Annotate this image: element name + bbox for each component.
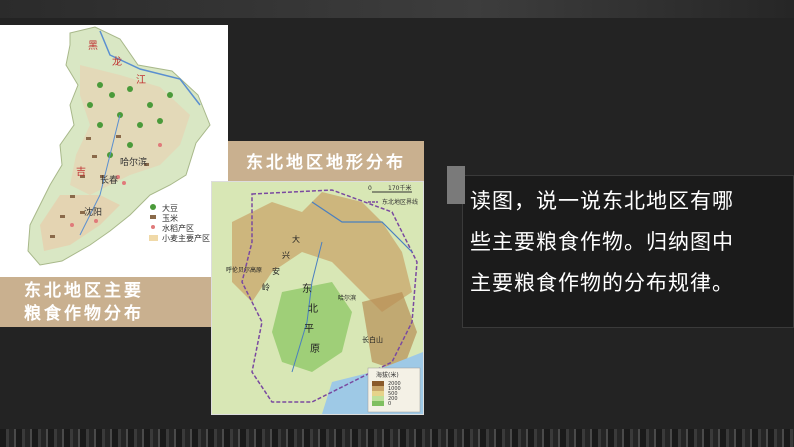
crop-caption-line1: 东北地区主要 (24, 281, 144, 301)
terrain-map-graphic: 0 170千米 东北地区界线 大 兴 安 岭 呼伦贝尔高原 东 北 平 原 哈尔… (212, 182, 423, 414)
crop-distribution-map: 黑 龙 江 吉 哈尔滨 长春 沈阳 大豆 玉米 水稻产区 小麦主要产区 (0, 25, 228, 279)
province-label: 江 (136, 74, 146, 86)
terrain-label: 岭 (262, 282, 270, 292)
legend-label: 玉米 (162, 213, 178, 223)
province-label: 龙 (112, 55, 122, 68)
crop-map-graphic: 黑 龙 江 吉 哈尔滨 长春 沈阳 大豆 玉米 水稻产区 小麦主要产区 (27, 26, 211, 266)
terrain-label: 北 (308, 303, 318, 315)
boundary-legend-label: 东北地区界线 (382, 198, 418, 206)
city-label: 沈阳 (84, 206, 102, 218)
legend-label: 水稻产区 (162, 223, 194, 233)
province-label: 吉 (76, 166, 86, 178)
scale-label: 170千米 (388, 184, 411, 192)
question-text-box: 读图，说一说东北地区有哪 些主要粮食作物。归纳图中 主要粮食作物的分布规律。 (462, 175, 794, 328)
elevation-legend: 海拔(米) 2000 1000 500 200 0 (367, 367, 421, 413)
terrain-label: 平 (304, 324, 314, 335)
terrain-label: 大 (292, 234, 300, 244)
crop-caption-line2: 粮食作物分布 (24, 304, 144, 324)
terrain-label: 安 (272, 266, 280, 276)
city-label: 哈尔滨 (120, 156, 147, 168)
scale-zero: 0 (368, 185, 372, 192)
terrain-label: 兴 (282, 251, 290, 260)
top-decor-strip (0, 0, 794, 18)
question-line2: 些主要粮食作物。归纳图中 (470, 230, 734, 254)
city-label: 哈尔滨 (338, 294, 356, 302)
crop-legend: 大豆 玉米 水稻产区 小麦主要产区 (149, 203, 210, 243)
elevation-level: 0 (388, 401, 391, 407)
terrain-label: 呼伦贝尔高原 (226, 266, 262, 274)
legend-label: 大豆 (162, 203, 178, 213)
legend-label: 小麦主要产区 (162, 233, 210, 243)
terrain-label: 长白山 (362, 335, 383, 344)
city-label: 长春 (100, 174, 118, 186)
province-label: 黑 (88, 40, 98, 52)
terrain-label: 东 (302, 282, 312, 295)
crop-map-caption: 东北地区主要 粮食作物分布 (0, 277, 228, 327)
accent-bar (447, 166, 465, 204)
elevation-legend-title: 海拔(米) (376, 371, 399, 379)
terrain-distribution-map: 0 170千米 东北地区界线 大 兴 安 岭 呼伦贝尔高原 东 北 平 原 哈尔… (211, 181, 424, 415)
terrain-map-title: 东北地区地形分布 (228, 141, 424, 185)
question-line3: 主要粮食作物的分布规律。 (470, 271, 734, 295)
question-line1: 读图，说一说东北地区有哪 (470, 189, 734, 213)
terrain-label: 原 (310, 343, 320, 355)
bottom-decor-strip (0, 429, 794, 447)
